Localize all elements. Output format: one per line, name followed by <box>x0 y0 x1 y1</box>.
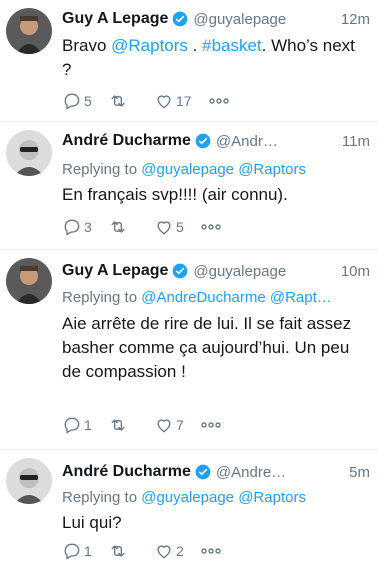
retweet-icon <box>111 545 125 557</box>
tweet-text: Lui qui? <box>62 513 122 532</box>
like-count: 7 <box>176 417 184 433</box>
like-button[interactable]: 5 <box>154 217 184 237</box>
like-button[interactable]: 17 <box>154 91 192 111</box>
like-button[interactable]: 7 <box>154 415 184 435</box>
verified-icon <box>173 11 188 27</box>
author-name[interactable]: André Ducharme <box>62 132 191 150</box>
replying-to: Replying to @guyalepage @Raptors <box>62 161 306 178</box>
reply-mention[interactable]: @Raptors <box>238 161 306 178</box>
reply-button[interactable]: 1 <box>62 415 92 435</box>
author-name[interactable]: Guy A Lepage <box>62 262 168 280</box>
reply-icon <box>64 93 80 110</box>
like-icon <box>157 221 171 235</box>
like-icon <box>157 95 171 109</box>
tweet-text: Bravo @Raptors . #basket. Who’s next ? <box>62 36 355 79</box>
like-count: 5 <box>176 219 184 235</box>
hashtag-link[interactable]: #basket <box>202 36 262 55</box>
like-count: 17 <box>176 93 192 109</box>
reply-icon <box>64 219 80 236</box>
reply-mention[interactable]: @guyalepage <box>141 489 234 506</box>
author-handle[interactable]: @Andr… <box>216 133 338 150</box>
timestamp[interactable]: 12m <box>341 11 370 28</box>
retweet-button[interactable] <box>108 541 138 561</box>
more-icon[interactable] <box>208 91 230 111</box>
more-icon[interactable] <box>200 217 222 237</box>
reply-button[interactable]: 1 <box>62 541 92 561</box>
tweet-text: En français svp!!!! (air connu). <box>62 185 288 204</box>
like-count: 2 <box>176 543 184 559</box>
more-icon[interactable] <box>200 415 222 435</box>
retweet-icon <box>111 95 125 107</box>
retweet-button[interactable] <box>108 217 138 237</box>
avatar[interactable] <box>6 458 52 504</box>
reply-button[interactable]: 5 <box>62 91 92 111</box>
reply-mention[interactable]: @Raptors <box>238 489 306 506</box>
author-handle[interactable]: @guyalepage <box>193 11 336 28</box>
mention-link[interactable]: @Raptors <box>111 36 188 55</box>
avatar[interactable] <box>6 8 52 54</box>
author-name[interactable]: Guy A Lepage <box>62 10 168 28</box>
reply-button[interactable]: 3 <box>62 217 92 237</box>
avatar[interactable] <box>6 130 52 176</box>
tweet[interactable]: André Ducharme @Andr… 11m Replying to @g… <box>0 122 378 250</box>
reply-count: 5 <box>84 93 92 109</box>
retweet-icon <box>111 221 125 233</box>
reply-mention[interactable]: @Rapt… <box>270 289 332 306</box>
like-icon <box>157 419 171 433</box>
verified-icon <box>173 263 188 279</box>
timestamp[interactable]: 10m <box>341 263 370 280</box>
timestamp[interactable]: 11m <box>342 133 370 150</box>
reply-icon <box>64 417 80 434</box>
more-icon[interactable] <box>200 541 222 561</box>
reply-count: 3 <box>84 219 92 235</box>
reply-mention[interactable]: @guyalepage <box>141 161 234 178</box>
replying-to: Replying to @AndreDucharme @Rapt… <box>62 289 332 306</box>
author-name[interactable]: André Ducharme <box>62 463 191 481</box>
reply-mention[interactable]: @AndreDucharme <box>141 289 265 306</box>
tweet[interactable]: André Ducharme @Andre… 5m Replying to @g… <box>0 450 378 579</box>
tweet[interactable]: Guy A Lepage @guyalepage 12m Bravo @Rapt… <box>0 0 378 122</box>
verified-icon <box>195 464 211 480</box>
reply-count: 1 <box>84 543 92 559</box>
like-icon <box>157 545 171 559</box>
retweet-button[interactable] <box>108 415 138 435</box>
tweet-text: Aie arrête de rire de lui. Il se fait as… <box>62 314 352 381</box>
reply-icon <box>64 543 80 560</box>
reply-count: 1 <box>84 417 92 433</box>
author-handle[interactable]: @guyalepage <box>193 263 336 280</box>
retweet-button[interactable] <box>108 91 138 111</box>
timestamp[interactable]: 5m <box>349 464 370 481</box>
like-button[interactable]: 2 <box>154 541 184 561</box>
avatar[interactable] <box>6 258 52 304</box>
verified-icon <box>195 133 211 149</box>
tweet[interactable]: Guy A Lepage @guyalepage 10m Replying to… <box>0 250 378 450</box>
author-handle[interactable]: @Andre… <box>216 464 345 481</box>
replying-to: Replying to @guyalepage @Raptors <box>62 489 306 506</box>
retweet-icon <box>111 419 125 431</box>
